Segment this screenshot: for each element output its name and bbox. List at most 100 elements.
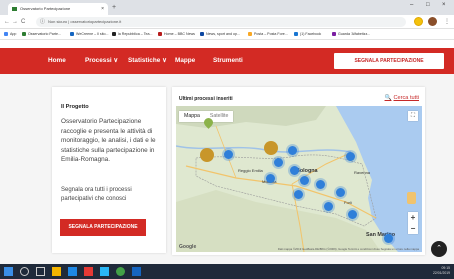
street-view-pegman-icon[interactable] bbox=[407, 192, 416, 204]
close-tab-icon[interactable]: × bbox=[101, 3, 104, 15]
windows-taskbar: 09:15 22/01/2019 bbox=[0, 264, 454, 279]
info-icon: ⓘ bbox=[40, 19, 46, 25]
bookmark-label: la Repubblica – Tea... bbox=[118, 32, 153, 36]
system-clock[interactable]: 09:15 22/01/2019 bbox=[433, 266, 450, 276]
nav-statistiche[interactable]: Statistiche ∨ bbox=[128, 48, 167, 74]
bookmark-item[interactable]: la Repubblica – Tea... bbox=[112, 31, 153, 38]
processes-card: Ultimi processi inseriti 🔍 Cerca tutti Ma… bbox=[172, 87, 425, 255]
bookmark-label: (1) Facebook bbox=[300, 32, 322, 36]
bookmark-label: Osservatorio Parte... bbox=[28, 32, 61, 36]
browser-tab-strip: Osservatorio Partecipazione × + – □ × bbox=[0, 0, 454, 15]
processes-map[interactable]: Mappa Satellite ⛶ Reggio Emilia Modena B… bbox=[176, 106, 422, 252]
bookmark-favicon-icon bbox=[112, 32, 116, 36]
google-logo: Google bbox=[179, 244, 197, 250]
chrome-icon[interactable] bbox=[116, 267, 125, 276]
city-label: Forlì bbox=[344, 200, 352, 205]
bookmark-favicon-icon bbox=[248, 32, 252, 36]
site-favicon-icon bbox=[12, 7, 17, 11]
store-icon[interactable] bbox=[84, 267, 93, 276]
process-marker[interactable] bbox=[294, 190, 303, 199]
cerca-tutti-label: Cerca tutti bbox=[393, 95, 420, 101]
bookmark-label: Home – BBC News bbox=[164, 32, 195, 36]
browser-tab[interactable]: Osservatorio Partecipazione × bbox=[8, 3, 108, 15]
fullscreen-icon[interactable]: ⛶ bbox=[408, 111, 418, 121]
clock-date: 22/01/2019 bbox=[433, 271, 450, 275]
search-icon: 🔍 bbox=[384, 95, 392, 101]
zoom-in-button[interactable]: + bbox=[408, 212, 418, 223]
start-icon[interactable] bbox=[4, 267, 13, 276]
city-label: Reggio Emilia bbox=[238, 168, 263, 173]
process-marker[interactable] bbox=[336, 188, 345, 197]
extension-icon[interactable] bbox=[414, 17, 423, 26]
processes-heading: Ultimi processi inseriti bbox=[179, 96, 233, 102]
process-marker[interactable] bbox=[224, 150, 233, 159]
profile-avatar[interactable] bbox=[428, 17, 437, 26]
back-arrow-icon[interactable]: ← bbox=[4, 18, 10, 26]
process-marker[interactable] bbox=[346, 152, 355, 161]
screen: { "browser": { "tab_title": "Osservatori… bbox=[0, 0, 454, 279]
address-bar[interactable]: ⓘ Non sicuro | osservatoriopartecipazion… bbox=[36, 17, 406, 27]
project-card: Il Progetto Osservatorio Partecipazione … bbox=[52, 87, 166, 253]
reload-icon[interactable]: C bbox=[21, 18, 25, 26]
bookmark-favicon-icon bbox=[332, 32, 336, 36]
browser-toolbar: ← → C ⓘ Non sicuro | osservatorioparteci… bbox=[0, 15, 454, 29]
cerca-tutti-link[interactable]: 🔍 Cerca tutti bbox=[385, 95, 419, 101]
bookmark-item[interactable]: Guarda 'Alfabetizz... bbox=[332, 31, 370, 38]
process-marker[interactable] bbox=[290, 166, 299, 175]
bookmark-item[interactable]: Home – BBC News bbox=[158, 31, 195, 38]
bookmark-favicon-icon bbox=[4, 32, 8, 36]
process-marker[interactable] bbox=[348, 210, 357, 219]
nav-mappe[interactable]: Mappe bbox=[175, 48, 195, 74]
zoom-out-button[interactable]: − bbox=[408, 223, 418, 234]
bookmark-item[interactable]: News, sport and op... bbox=[200, 31, 240, 38]
bookmark-favicon-icon bbox=[200, 32, 204, 36]
nav-strumenti[interactable]: Strumenti bbox=[213, 48, 243, 74]
process-marker[interactable] bbox=[274, 158, 283, 167]
nav-processi[interactable]: Processi ∨ bbox=[85, 48, 118, 74]
process-marker[interactable] bbox=[316, 180, 325, 189]
bookmark-item[interactable]: Osservatorio Parte... bbox=[22, 31, 61, 38]
bookmark-item[interactable]: Posta – Posta Fore... bbox=[248, 31, 288, 38]
tab-mappa[interactable]: Mappa bbox=[179, 111, 205, 122]
maximize-window-button[interactable]: □ bbox=[426, 2, 430, 8]
search-icon[interactable] bbox=[20, 267, 29, 276]
city-label: Bologna bbox=[296, 168, 318, 174]
process-marker[interactable] bbox=[384, 234, 393, 243]
segnala-partecipazione-button[interactable]: SEGNALA PARTECIPAZIONE bbox=[60, 219, 146, 236]
scroll-to-top-button[interactable]: ⌃ bbox=[431, 241, 447, 257]
bookmark-label: WeCreene – Il sito... bbox=[76, 32, 109, 36]
file-explorer-icon[interactable] bbox=[52, 267, 61, 276]
process-marker[interactable] bbox=[300, 176, 309, 185]
cluster-marker[interactable] bbox=[264, 141, 278, 155]
mail-icon[interactable] bbox=[100, 267, 109, 276]
map-attribution[interactable]: Dati mappa ©2019 GeoBasis-DE/BKG (©2009)… bbox=[278, 247, 419, 251]
url-text: Non sicuro | osservatoriopartecipazione.… bbox=[48, 19, 122, 24]
zoom-control: + − bbox=[408, 212, 418, 234]
bookmark-favicon-icon bbox=[294, 32, 298, 36]
cluster-marker[interactable] bbox=[200, 148, 214, 162]
project-prompt: Segnala ora tutti i processi partecipati… bbox=[61, 187, 132, 203]
bookmark-item[interactable]: WeCreene – Il sito... bbox=[70, 31, 109, 38]
task-view-icon[interactable] bbox=[36, 267, 45, 276]
process-marker[interactable] bbox=[288, 146, 297, 155]
bookmark-label: Guarda 'Alfabetizz... bbox=[338, 32, 371, 36]
close-window-button[interactable]: × bbox=[442, 2, 446, 8]
project-description: Osservatorio Partecipazione raccoglie e … bbox=[61, 118, 156, 164]
forward-arrow-icon[interactable]: → bbox=[12, 18, 18, 26]
bookmark-label: App bbox=[10, 32, 17, 36]
bookmark-item[interactable]: App bbox=[4, 31, 16, 38]
bookmark-favicon-icon bbox=[158, 32, 162, 36]
browser-menu-icon[interactable]: ⋮ bbox=[444, 18, 450, 26]
bookmark-favicon-icon bbox=[22, 32, 26, 36]
segnala-partecipazione-nav-button[interactable]: SEGNALA PARTECIPAZIONE bbox=[334, 53, 444, 69]
process-marker[interactable] bbox=[324, 202, 333, 211]
bookmark-item[interactable]: (1) Facebook bbox=[294, 31, 321, 38]
bookmark-favicon-icon bbox=[70, 32, 74, 36]
process-marker[interactable] bbox=[266, 174, 275, 183]
new-tab-button[interactable]: + bbox=[112, 3, 116, 13]
minimize-window-button[interactable]: – bbox=[410, 2, 413, 8]
project-heading: Il Progetto bbox=[61, 104, 89, 110]
word-icon[interactable] bbox=[132, 267, 141, 276]
edge-icon[interactable] bbox=[68, 267, 77, 276]
nav-home[interactable]: Home bbox=[48, 48, 66, 74]
